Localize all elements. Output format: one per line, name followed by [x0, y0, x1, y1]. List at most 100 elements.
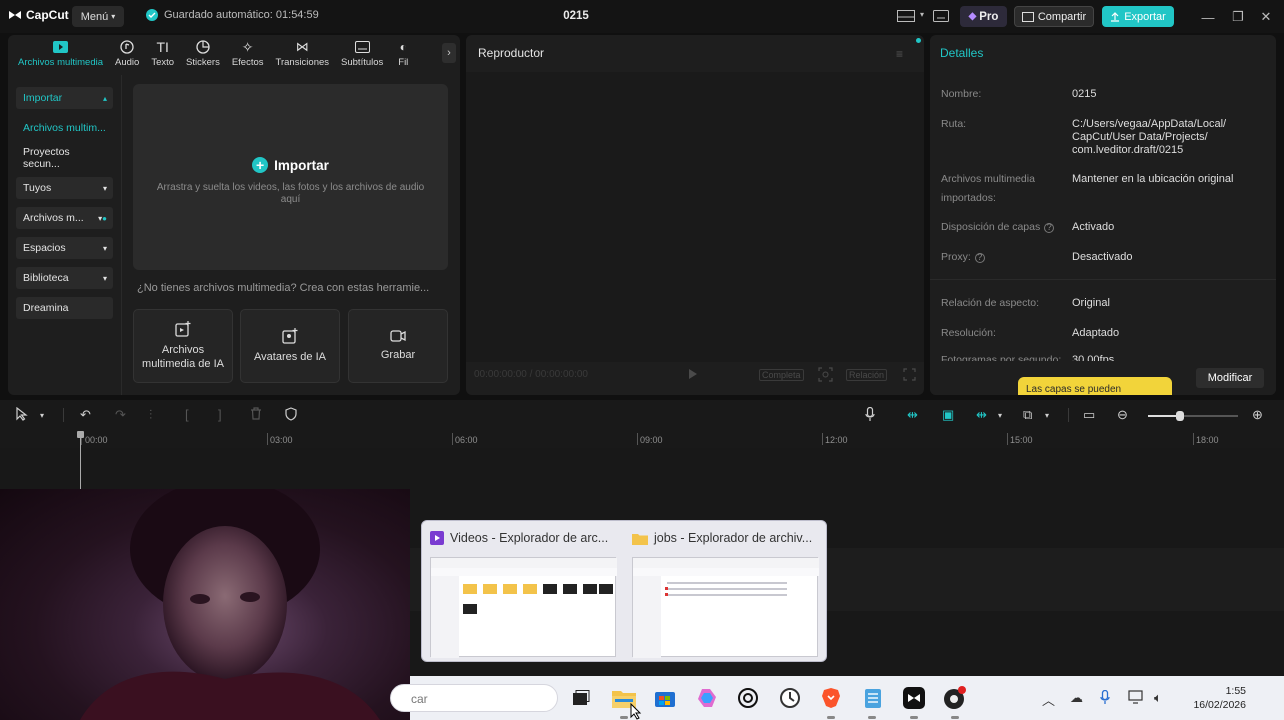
chevron-down-icon[interactable]: ▾	[920, 10, 924, 19]
select-tool-icon[interactable]	[16, 407, 28, 421]
tab-text[interactable]: TI Texto	[145, 35, 180, 68]
active-indicator	[827, 716, 835, 719]
fullscreen-icon[interactable]	[903, 368, 916, 381]
copilot-icon[interactable]	[694, 685, 720, 711]
snap-icon[interactable]: ⇹	[976, 407, 987, 423]
detail-label-row: Disposición de capas ?	[941, 218, 1055, 237]
zoom-slider-handle[interactable]	[1176, 411, 1184, 421]
sidebar-item-spaces[interactable]: Espacios ▾	[16, 237, 113, 259]
tab-effects[interactable]: ✧ Efectos	[226, 35, 270, 69]
subtitle-track-icon[interactable]: ▭	[1083, 407, 1095, 423]
tab-filters[interactable]: ◐ Fil	[389, 35, 417, 68]
chevron-down-icon[interactable]: ▾	[40, 411, 44, 420]
network-icon[interactable]	[1128, 690, 1144, 704]
chevron-up-icon[interactable]: ︿	[1042, 690, 1055, 709]
delete-icon[interactable]	[250, 407, 262, 420]
help-icon[interactable]: ?	[1044, 222, 1055, 233]
ai-media-card[interactable]: Archivos multimedia de IA	[133, 309, 233, 383]
help-icon[interactable]: ?	[974, 252, 985, 263]
sidebar-item-import[interactable]: Importar ▴	[16, 87, 113, 109]
minimize-icon[interactable]: —	[1200, 9, 1216, 25]
detail-label: Nombre:	[941, 88, 982, 100]
close-icon[interactable]: ✕	[1258, 9, 1274, 25]
import-dropzone[interactable]: + Importar Arrastra y suelta los videos,…	[133, 84, 448, 270]
pro-button[interactable]: ◆ Pro	[960, 6, 1007, 27]
store-icon[interactable]	[652, 685, 678, 711]
full-view-button[interactable]: Completa	[759, 369, 804, 381]
active-indicator	[620, 716, 628, 719]
share-icon	[1021, 11, 1034, 22]
chevron-down-icon: ▾	[102, 243, 107, 253]
sidebar-item-secondary-projects[interactable]: Proyectos secun...	[16, 146, 113, 170]
shield-icon[interactable]	[285, 407, 297, 421]
playhead-handle[interactable]	[77, 431, 84, 438]
zoom-slider[interactable]	[1148, 411, 1238, 421]
redo-icon[interactable]: ↷	[115, 407, 126, 423]
player-panel: Reproductor ≡ 00:00:00:00 / 00:00:00:00 …	[466, 35, 924, 395]
clock-time: 1:55	[1225, 685, 1246, 697]
sidebar-item-library[interactable]: Biblioteca ▾	[16, 267, 113, 289]
detail-value: Desactivado	[1072, 251, 1133, 263]
capcut-taskbar-icon[interactable]	[901, 685, 927, 711]
volume-icon[interactable]: 🔈︎	[1154, 690, 1162, 706]
ratio-button[interactable]: Relación	[846, 369, 888, 381]
undo-icon[interactable]: ↶	[80, 407, 91, 423]
clock-app-icon[interactable]	[777, 685, 803, 711]
microphone-icon[interactable]	[865, 407, 875, 422]
magnet-icon[interactable]: ▣	[942, 407, 954, 423]
modify-button[interactable]: Modificar	[1196, 368, 1264, 388]
chatgpt-icon[interactable]	[735, 685, 761, 711]
screenshot-icon[interactable]	[818, 367, 833, 382]
zoom-in-icon[interactable]: ⊕	[1252, 407, 1263, 423]
restore-icon[interactable]: ❐	[1230, 9, 1246, 25]
preview-thumbnail-2[interactable]	[632, 557, 819, 658]
tab-audio[interactable]: Audio	[109, 35, 145, 68]
avatar-icon	[282, 328, 298, 344]
tab-label: Stickers	[186, 57, 220, 68]
player-viewport[interactable]	[466, 72, 924, 362]
tab-transitions[interactable]: ⋈ Transiciones	[270, 35, 336, 68]
no-media-text: ¿No tienes archivos multimedia? Crea con…	[137, 282, 430, 294]
system-clock[interactable]: 1:55 16/02/2026	[1180, 684, 1246, 712]
preview-axis-icon[interactable]: ⧉	[1023, 407, 1032, 423]
link-tracks-icon[interactable]: ⇹	[907, 407, 918, 423]
preview-window-1[interactable]: Videos - Explorador de arc...	[430, 531, 620, 545]
microphone-tray-icon[interactable]	[1100, 690, 1110, 705]
chevron-down-icon[interactable]: ▾	[1045, 411, 1049, 420]
export-button[interactable]: Exportar	[1102, 6, 1174, 27]
preview-thumbnail-1[interactable]	[430, 557, 617, 658]
tab-media[interactable]: Archivos multimedia	[12, 35, 109, 68]
ai-avatars-card[interactable]: Avatares de IA	[240, 309, 340, 383]
notepad-icon[interactable]	[860, 685, 886, 711]
hamburger-icon[interactable]: ≡	[896, 47, 903, 61]
keyboard-icon[interactable]	[933, 10, 949, 22]
tab-subtitles[interactable]: Subtítulos	[335, 35, 389, 68]
layout-icon[interactable]	[897, 10, 915, 22]
import-button[interactable]: + Importar	[133, 157, 448, 173]
playhead[interactable]	[77, 431, 84, 493]
record-card[interactable]: Grabar	[348, 309, 448, 383]
trim-left-icon[interactable]: [	[185, 407, 189, 422]
cloud-sync-icon[interactable]: ☁	[1070, 690, 1083, 706]
obs-recording-icon[interactable]	[942, 685, 968, 711]
sidebar-item-dreamina[interactable]: Dreamina	[16, 297, 113, 319]
detail-label: Ruta:	[941, 118, 967, 130]
sidebar-item-media[interactable]: Archivos multim...	[16, 117, 113, 139]
chevron-down-icon[interactable]: ▾	[998, 411, 1002, 420]
preview-title: jobs - Explorador de archiv...	[654, 531, 813, 545]
split-icon[interactable]: ⫶	[149, 407, 152, 423]
player-controls: 00:00:00:00 / 00:00:00:00 Completa Relac…	[466, 362, 924, 388]
sidebar-item-media-files[interactable]: Archivos m... ▾●	[16, 207, 113, 229]
brave-browser-icon[interactable]	[818, 685, 844, 711]
zoom-out-icon[interactable]: ⊖	[1117, 407, 1128, 423]
sidebar-item-yours[interactable]: Tuyos ▾	[16, 177, 113, 199]
tab-stickers[interactable]: Stickers	[180, 35, 226, 68]
trim-right-icon[interactable]: ]	[218, 407, 222, 422]
taskbar-search-input[interactable]: car	[390, 684, 558, 712]
chevron-right-icon[interactable]: ›	[442, 43, 456, 63]
chevron-down-icon: ▾	[102, 183, 107, 193]
share-button[interactable]: Compartir	[1014, 6, 1094, 27]
play-icon[interactable]	[688, 368, 698, 380]
preview-window-2[interactable]: jobs - Explorador de archiv...	[632, 531, 822, 545]
task-view-icon[interactable]	[568, 685, 594, 711]
